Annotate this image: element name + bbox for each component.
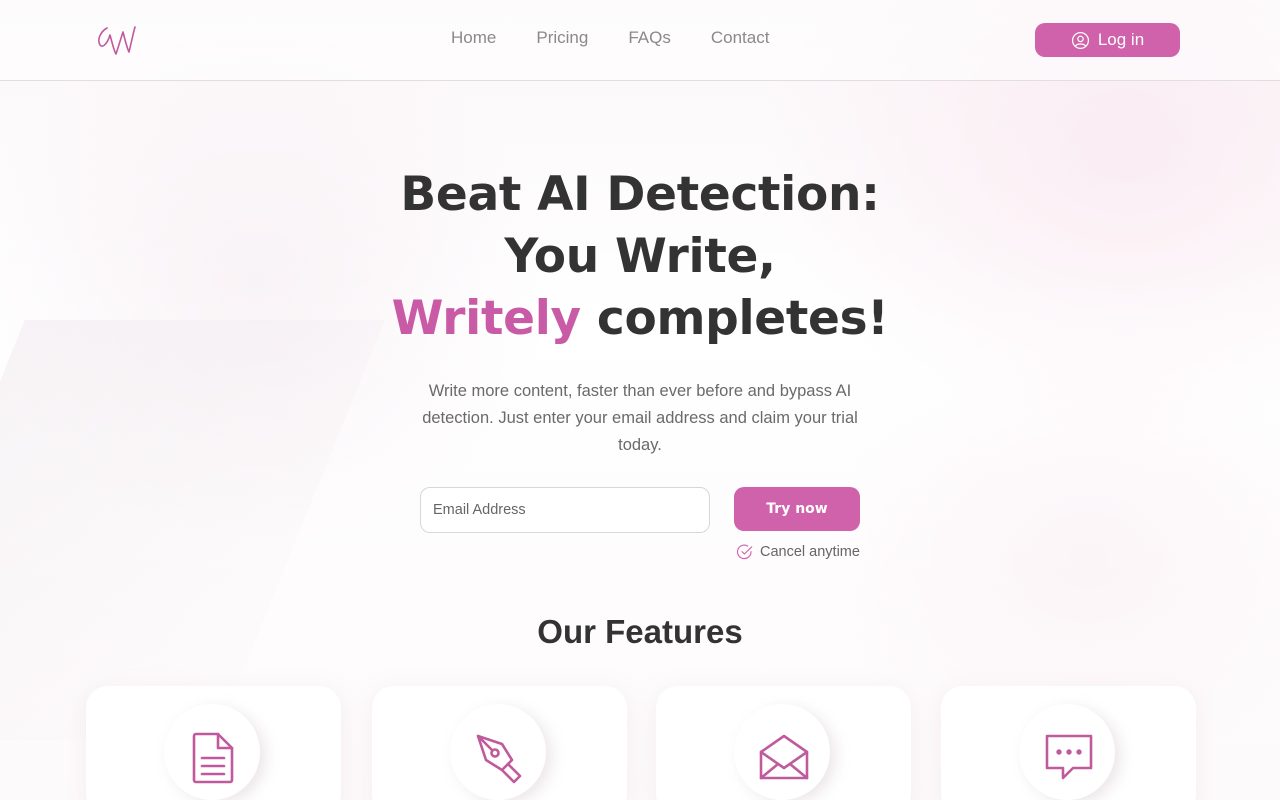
main-nav: Home Pricing FAQs Contact [451,28,769,48]
feature-card[interactable] [941,686,1196,800]
cancel-note-text: Cancel anytime [760,544,860,560]
login-button[interactable]: Log in [1035,23,1180,57]
hero-title: Beat AI Detection: You Write, Writely co… [340,164,940,350]
email-input[interactable] [420,487,710,533]
envelope-icon [754,728,814,788]
hero-subtitle: Write more content, faster than ever bef… [422,382,858,454]
pen-nib-icon [470,728,530,788]
check-circle-icon [736,544,753,560]
document-icon [184,728,244,788]
login-label: Log in [1097,30,1145,49]
nav-contact[interactable]: Contact [711,28,770,48]
features-title: Our Features [537,613,743,650]
cancel-note: Cancel anytime [736,543,860,561]
nav-pricing[interactable]: Pricing [536,28,588,48]
hero-accent-word: Writely [391,291,582,346]
brand-logo[interactable] [94,18,140,62]
user-circle-icon [1071,31,1089,49]
hero-line-2: You Write, [504,229,776,284]
chat-bubble-icon [1039,728,1099,788]
feature-card[interactable] [656,686,911,800]
try-now-button[interactable]: Try now [734,487,860,531]
hero-line-1: Beat AI Detection: [400,167,880,222]
nav-home[interactable]: Home [451,28,496,48]
feature-card[interactable] [86,686,341,800]
site-header: Home Pricing FAQs Contact Log in [0,0,1280,81]
nav-faqs[interactable]: FAQs [628,28,671,48]
hero-line-3: completes! [580,291,889,346]
feature-card[interactable] [372,686,627,800]
